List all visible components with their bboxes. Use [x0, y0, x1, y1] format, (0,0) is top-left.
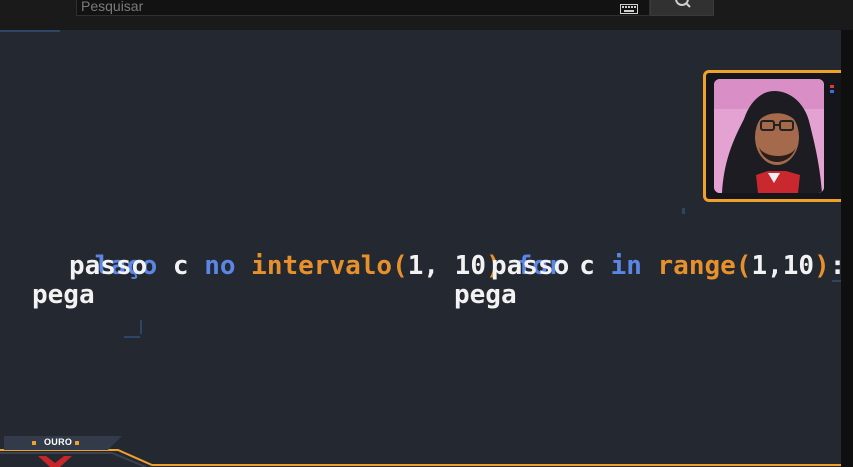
keyword-token: in — [610, 251, 642, 281]
badge-dot — [75, 441, 79, 445]
status-indicator — [830, 85, 836, 97]
keyboard-icon[interactable] — [620, 0, 638, 14]
function-token: intervalo( — [235, 251, 408, 281]
python-line-2: passo — [491, 251, 570, 281]
search-box[interactable] — [76, 0, 650, 16]
badge-dot — [32, 441, 36, 445]
webcam-frame — [703, 70, 841, 202]
webcam-feed — [714, 79, 824, 193]
function-token: ) — [814, 251, 830, 281]
keyword-token: no — [204, 251, 236, 281]
rank-emblem-icon — [38, 456, 72, 467]
presenter-image — [714, 79, 824, 193]
pseudocode-line-2: passo — [69, 251, 148, 281]
search-button[interactable] — [650, 0, 714, 16]
variable-token: c — [157, 251, 205, 281]
video-player[interactable]: laço c no intervalo(1, 10) passo pega fo… — [0, 30, 841, 467]
search-input[interactable] — [81, 0, 601, 15]
search-icon — [675, 0, 691, 8]
decor-line — [0, 30, 60, 32]
rank-label: OURO — [44, 437, 73, 447]
variable-token: c — [563, 251, 611, 281]
pseudocode-line-3: pega — [32, 280, 95, 310]
function-token: range( — [641, 251, 752, 281]
decor-line — [682, 208, 685, 214]
python-line-3: pega — [454, 280, 517, 310]
colon-token: : — [830, 251, 841, 281]
hud-border — [0, 449, 841, 467]
decor-line — [124, 336, 140, 338]
argument-token: 1,10 — [751, 251, 815, 281]
decor-line — [140, 320, 142, 334]
rank-badge: OURO — [4, 436, 122, 450]
page-edge — [841, 30, 853, 467]
top-bar — [0, 0, 853, 30]
